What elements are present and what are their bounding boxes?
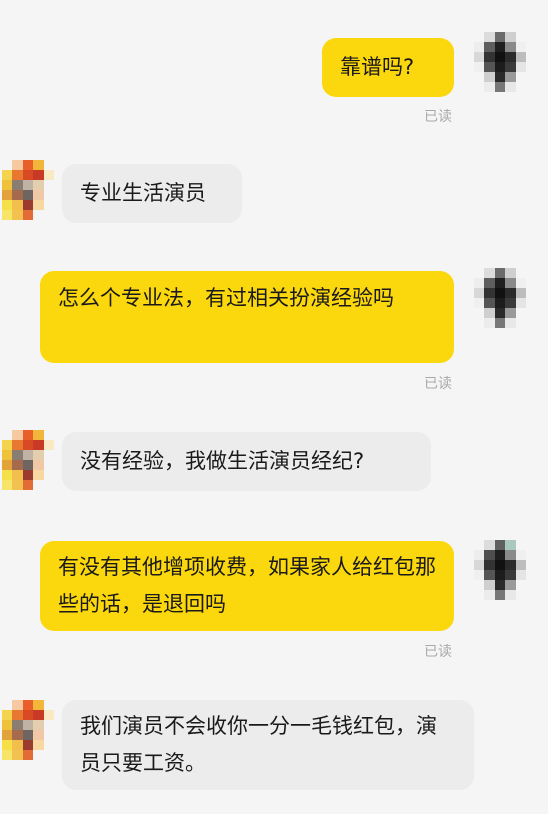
chat-conversation: 靠谱吗? 已读 专业生活演员 怎么个专业法，有过相关扮演经验吗 已读 没有经验，… [0, 0, 548, 814]
read-receipt: 已读 [424, 376, 452, 392]
message-text: 没有经验，我做生活演员经纪? [80, 449, 365, 473]
contact-avatar[interactable] [2, 700, 54, 760]
message-bubble-received[interactable]: 没有经验，我做生活演员经纪? [62, 432, 431, 491]
message-text: 专业生活演员 [80, 181, 206, 205]
my-avatar[interactable] [474, 32, 526, 92]
contact-avatar[interactable] [2, 160, 54, 220]
message-bubble-received[interactable]: 专业生活演员 [62, 164, 242, 223]
read-receipt: 已读 [424, 109, 452, 125]
message-bubble-sent[interactable]: 靠谱吗? [322, 38, 454, 97]
message-text: 靠谱吗? [340, 55, 415, 79]
read-receipt: 已读 [424, 644, 452, 660]
message-text: 有没有其他增项收费，如果家人给红包那些的话，是退回吗 [58, 555, 436, 616]
my-avatar[interactable] [474, 540, 526, 600]
contact-avatar[interactable] [2, 430, 54, 490]
message-bubble-sent[interactable]: 有没有其他增项收费，如果家人给红包那些的话，是退回吗 [40, 541, 454, 631]
message-text: 我们演员不会收你一分一毛钱红包，演员只要工资。 [80, 714, 437, 775]
message-text: 怎么个专业法，有过相关扮演经验吗 [58, 286, 394, 310]
message-bubble-received[interactable]: 我们演员不会收你一分一毛钱红包，演员只要工资。 [62, 700, 474, 790]
my-avatar[interactable] [474, 268, 526, 328]
message-bubble-sent[interactable]: 怎么个专业法，有过相关扮演经验吗 [40, 271, 454, 363]
